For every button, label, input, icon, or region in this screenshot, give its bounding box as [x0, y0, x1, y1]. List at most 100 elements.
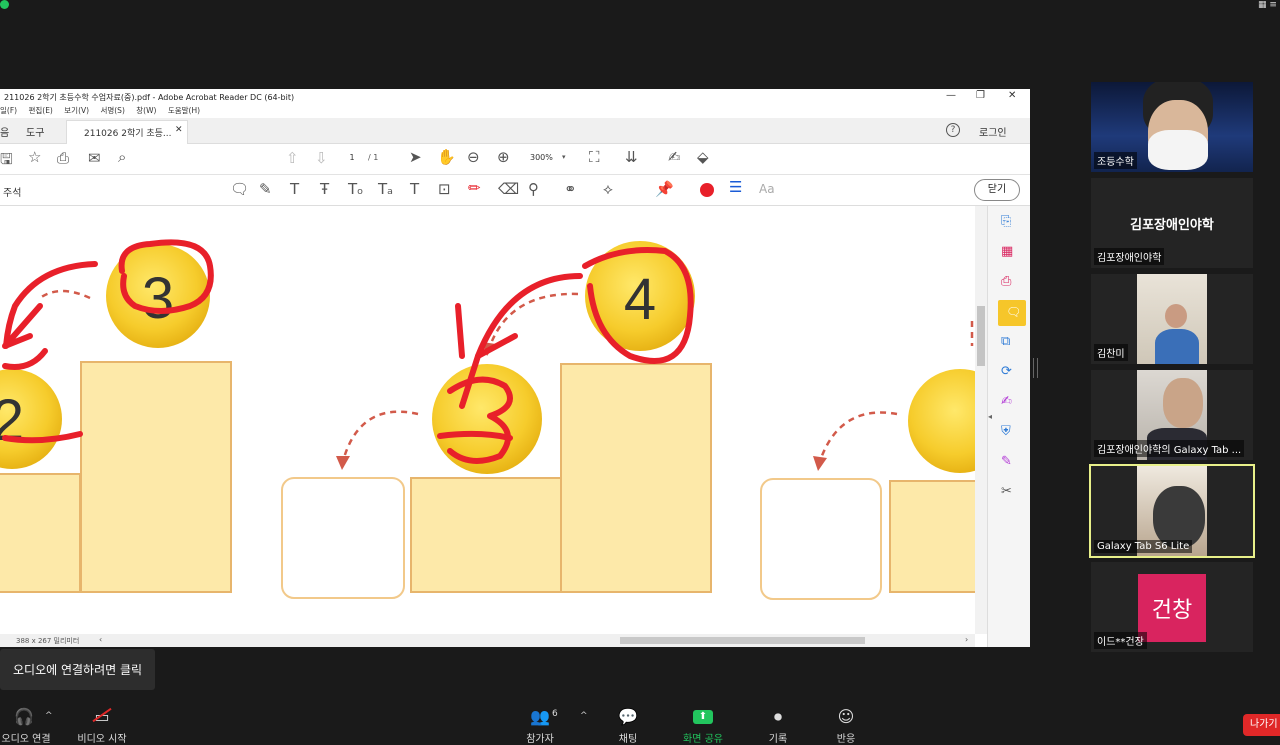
participant-tile-6[interactable]: 건창 이드**건장	[1091, 562, 1253, 652]
more-tools-icon[interactable]: ✂	[1001, 484, 1012, 499]
star-icon[interactable]: ☆	[28, 148, 41, 166]
scroll-right-icon[interactable]: ›	[965, 635, 968, 644]
chat-icon[interactable]: 💬	[616, 707, 640, 726]
highlight-icon[interactable]: ✎	[259, 180, 272, 198]
participant-tile-3[interactable]: 김찬미	[1091, 274, 1253, 364]
vertical-scroll-thumb[interactable]	[977, 306, 985, 366]
participant-tile-2[interactable]: 김포장애인야학 김포장애인야학	[1091, 178, 1253, 268]
splitter-handle[interactable]	[1033, 358, 1038, 378]
export-pdf-icon[interactable]: ⎙	[1001, 274, 1011, 289]
tab-close-icon[interactable]: ✕	[175, 125, 183, 135]
scroll-mode-icon[interactable]: ⇊	[625, 148, 638, 166]
collapse-rail-icon[interactable]: ◂	[988, 412, 992, 421]
comment-tool-active[interactable]: 🗨	[998, 300, 1026, 326]
participant-tile-1[interactable]: 조등수학	[1091, 82, 1253, 172]
organize-pages-icon[interactable]: ▦	[1001, 244, 1013, 259]
sign-icon[interactable]: ✍	[668, 148, 681, 166]
strikethrough-icon[interactable]: Ŧ	[320, 180, 329, 198]
tab-document[interactable]: 211026 2학기 초등... ✕	[66, 120, 188, 144]
participants-icon[interactable]: 👥	[528, 707, 552, 726]
menu-window[interactable]: 창(W)	[136, 106, 156, 115]
audio-options-caret-icon[interactable]: ^	[45, 711, 53, 721]
sticky-note-icon[interactable]: 🗨	[230, 180, 249, 198]
leave-button[interactable]: 나가기	[1243, 714, 1280, 736]
replace-text-icon[interactable]: Tₒ	[348, 180, 363, 198]
share-screen-button[interactable]: 화면 공유	[676, 730, 730, 745]
minimize-icon[interactable]: —	[946, 90, 956, 101]
restore-icon[interactable]: ❐	[976, 90, 985, 101]
pdf-page-canvas[interactable]: 3 2 4	[0, 206, 975, 634]
combine-files-icon[interactable]: ⧉	[1001, 334, 1010, 349]
view-grid-icon[interactable]: ▦ ≡	[1258, 0, 1277, 10]
print-icon[interactable]: ⎙	[57, 149, 69, 167]
zoom-level-dropdown[interactable]: 300%	[530, 153, 553, 162]
menu-view[interactable]: 보기(V)	[64, 106, 89, 115]
share-screen-icon[interactable]: ⬆	[693, 710, 713, 724]
share-tag-icon[interactable]: ⬙	[697, 148, 709, 166]
participant-name: 조등수학	[1094, 152, 1137, 169]
save-icon[interactable]: 🖫	[0, 149, 13, 174]
text-underline-icon[interactable]: T	[290, 180, 299, 198]
email-icon[interactable]: ✉	[88, 149, 101, 167]
create-pdf-icon[interactable]: ⎘	[1001, 214, 1011, 229]
next-page-icon[interactable]: ⇩	[315, 149, 328, 167]
close-window-icon[interactable]: ✕	[1008, 90, 1016, 101]
headphone-icon[interactable]: 🎧	[12, 707, 36, 726]
pin-icon[interactable]: 📌	[655, 180, 674, 198]
page-number-input[interactable]: 1	[340, 151, 364, 165]
ball-4-label: 4	[624, 267, 656, 332]
color-picker-icon[interactable]	[700, 183, 714, 197]
reactions-button[interactable]: 반응	[826, 730, 866, 745]
protect-icon[interactable]: ⛨	[1001, 424, 1011, 439]
zoom-dropdown-arrow-icon[interactable]: ▾	[562, 153, 566, 161]
participant-tile-5-active[interactable]: Galaxy Tab S6 Lite	[1089, 464, 1255, 558]
face-mask	[1148, 130, 1208, 170]
chat-button[interactable]: 채팅	[608, 730, 648, 745]
record-button[interactable]: 기록	[758, 730, 798, 745]
video-off-icon[interactable]: ▭	[90, 707, 114, 726]
close-comment-button[interactable]: 닫기	[974, 179, 1020, 201]
font-size-icon[interactable]: Aa	[759, 182, 775, 196]
insert-text-icon[interactable]: Tₐ	[378, 180, 393, 198]
encryption-shield-icon[interactable]	[0, 0, 9, 9]
search-icon[interactable]: ⌕	[118, 148, 126, 166]
participant-tile-4[interactable]: 김포장애인야학의 Galaxy Tab ...	[1091, 370, 1253, 460]
add-text-icon[interactable]: T	[410, 180, 419, 198]
eraser-icon[interactable]: ⌫	[498, 180, 519, 198]
send-sign-icon[interactable]: ✎	[1001, 454, 1012, 469]
menu-sign[interactable]: 서명(S)	[100, 106, 124, 115]
menu-edit[interactable]: 편집(E)	[28, 106, 52, 115]
login-link[interactable]: 로그인	[979, 124, 1007, 139]
zoom-in-icon[interactable]: ⊕	[497, 148, 510, 166]
shapes-icon[interactable]: ⟡	[603, 180, 613, 198]
horizontal-scroll-thumb[interactable]	[620, 637, 865, 644]
stamp-icon[interactable]: ⚲	[528, 180, 539, 198]
shared-acrobat-window: 211026 2학기 초등수학 수업자료(중).pdf - Adobe Acro…	[0, 89, 1030, 647]
comment-icon: 🗨	[1006, 305, 1022, 319]
prev-page-icon[interactable]: ⇧	[286, 149, 299, 167]
dashed-arrowhead	[336, 456, 350, 470]
attach-icon[interactable]: ⚭	[564, 180, 577, 198]
menu-file[interactable]: 일(F)	[0, 106, 17, 115]
help-icon[interactable]: ?	[946, 123, 960, 137]
reactions-icon[interactable]: ☺	[834, 707, 858, 726]
zoom-out-icon[interactable]: ⊖	[467, 148, 480, 166]
pencil-draw-icon[interactable]: ✏	[468, 179, 481, 197]
line-width-icon[interactable]: ☰	[729, 178, 742, 196]
start-video-button[interactable]: 비디오 시작	[72, 730, 132, 745]
scan-icon[interactable]: ⟳	[1001, 364, 1012, 379]
text-box-icon[interactable]: ⊡	[438, 180, 451, 198]
vertical-scrollbar[interactable]	[975, 206, 987, 634]
scroll-left-icon[interactable]: ‹	[99, 635, 102, 644]
menu-help[interactable]: 도움말(H)	[168, 106, 200, 115]
fill-sign-icon[interactable]: ✍	[1001, 394, 1012, 409]
join-audio-button[interactable]: 오디오 연결	[0, 730, 52, 745]
fit-page-icon[interactable]: ⛶	[589, 148, 600, 166]
tab-tools[interactable]: 도구	[26, 124, 44, 139]
participants-caret-icon[interactable]: ^	[580, 711, 588, 721]
tab-home[interactable]: 음	[0, 124, 9, 139]
select-cursor-icon[interactable]: ➤	[409, 148, 422, 166]
hand-tool-icon[interactable]: ✋	[437, 148, 456, 166]
participants-button[interactable]: 참가자	[520, 730, 560, 745]
record-icon[interactable]: ⏺	[766, 707, 790, 727]
